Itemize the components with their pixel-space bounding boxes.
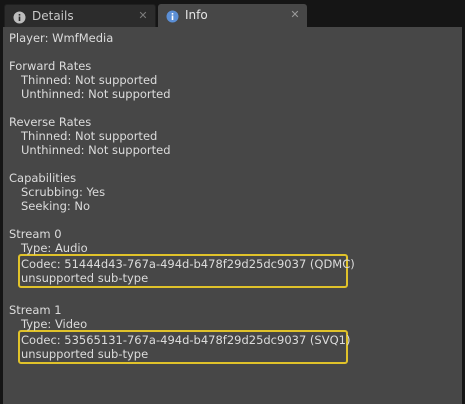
capability-scrubbing: Scrubbing: Yes <box>21 185 106 199</box>
info-icon <box>12 10 26 24</box>
tab-info-label: Info <box>185 8 208 22</box>
stream-1-heading: Stream 1 <box>9 303 62 317</box>
tab-bar: Details ✕ Info ✕ <box>0 0 465 28</box>
reverse-unthinned: Unthinned: Not supported <box>21 143 171 157</box>
stream-0-type: Type: Audio <box>21 241 88 255</box>
reverse-thinned: Thinned: Not supported <box>21 129 158 143</box>
stream-1-subtype: unsupported sub-type <box>21 347 149 361</box>
stream-0-subtype: unsupported sub-type <box>21 271 149 285</box>
reverse-rates-heading: Reverse Rates <box>9 115 92 129</box>
stream-0-heading: Stream 0 <box>9 227 62 241</box>
close-icon[interactable]: ✕ <box>137 10 149 22</box>
forward-thinned: Thinned: Not supported <box>21 73 158 87</box>
stream-0-codec-highlight: Codec: 51444d43-767a-494d-b478f29d25dc90… <box>18 254 355 288</box>
stream-0-codec: Codec: 51444d43-767a-494d-b478f29d25dc90… <box>21 257 355 271</box>
tab-details-label: Details <box>32 9 74 23</box>
info-icon <box>165 9 179 23</box>
capabilities-heading: Capabilities <box>9 171 77 185</box>
forward-unthinned: Unthinned: Not supported <box>21 87 171 101</box>
tab-details[interactable]: Details ✕ <box>4 4 156 28</box>
info-panel: Player: WmfMedia Forward Rates Thinned: … <box>3 27 462 404</box>
tab-info[interactable]: Info ✕ <box>158 4 307 28</box>
close-icon[interactable]: ✕ <box>289 9 301 21</box>
capability-seeking: Seeking: No <box>21 199 91 213</box>
stream-1-codec-highlight: Codec: 53565131-767a-494d-b478f29d25dc90… <box>18 330 351 364</box>
info-content: Player: WmfMedia Forward Rates Thinned: … <box>9 31 355 365</box>
player-text: Player: WmfMedia <box>9 31 114 45</box>
forward-rates-heading: Forward Rates <box>9 59 92 73</box>
stream-1-codec: Codec: 53565131-767a-494d-b478f29d25dc90… <box>21 333 351 347</box>
stream-1-type: Type: Video <box>21 317 88 331</box>
